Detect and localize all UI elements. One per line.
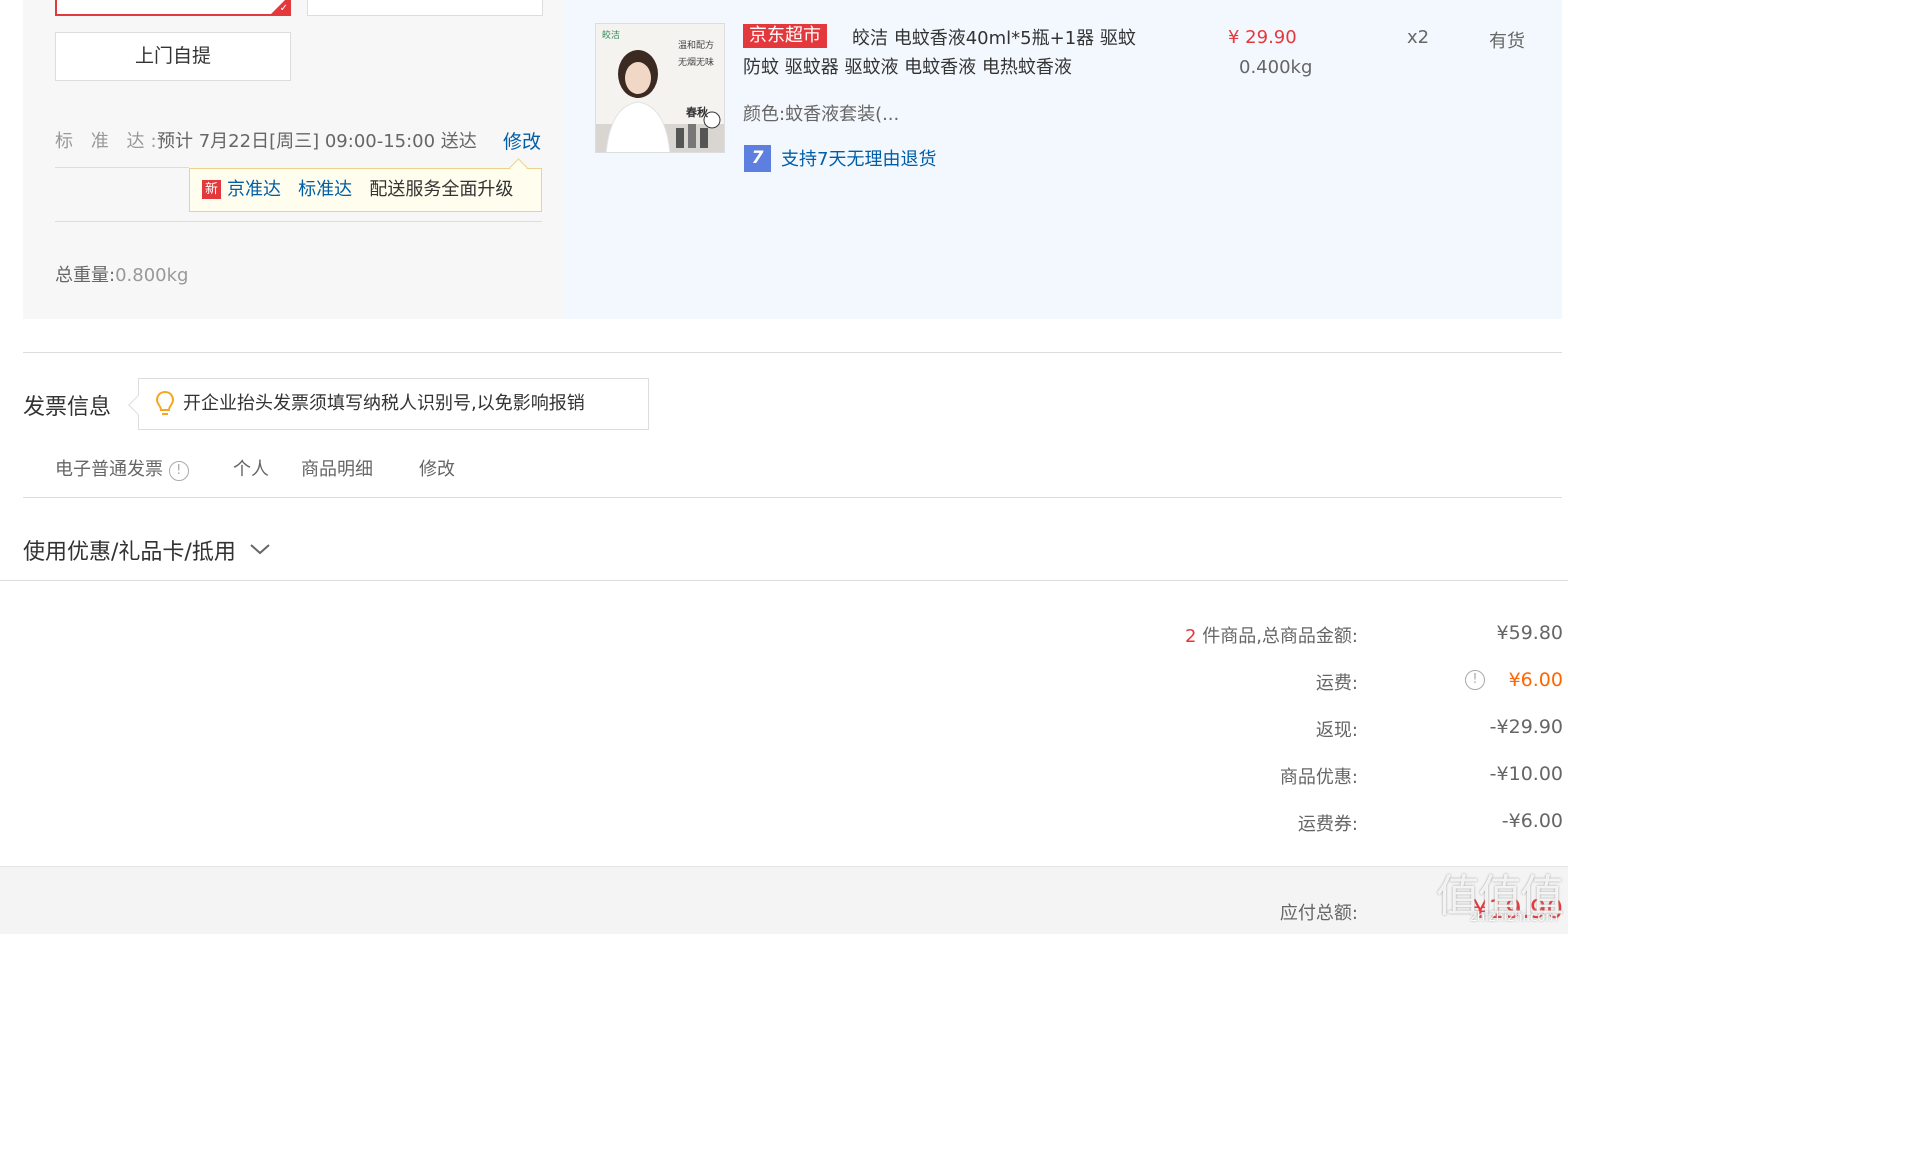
jd-supermarket-tag: 京东超市	[743, 24, 827, 48]
invoice-tip-text: 开企业抬头发票须填写纳税人识别号,以免影响报销	[183, 393, 585, 414]
jingzhunda-link[interactable]: 京准达	[227, 179, 281, 200]
invoice-content: 商品明细	[301, 459, 373, 480]
check-icon: ✓	[279, 3, 288, 14]
modify-invoice-link[interactable]: 修改	[419, 455, 455, 481]
divider	[55, 167, 189, 168]
seven-day-return-icon: 7	[744, 145, 771, 172]
freight-info-icon[interactable]: !	[1465, 670, 1485, 690]
svg-text:春秋: 春秋	[686, 105, 709, 119]
total-weight-value: 0.800kg	[115, 265, 189, 286]
goods-amount: ¥59.80	[1496, 622, 1563, 644]
discount-value: -¥10.00	[1489, 763, 1563, 785]
tip-arrow	[128, 395, 148, 415]
cashback-label: 返现:	[1315, 720, 1358, 741]
watermark-url: zhizhizhi.com	[1470, 910, 1558, 925]
goods-count-label: 2 件商品,总商品金额:	[1185, 622, 1358, 648]
modify-delivery-link[interactable]: 修改	[503, 127, 541, 154]
selfpick-button[interactable]: 上门自提	[55, 32, 291, 81]
freight-label: 运费:	[1315, 673, 1358, 694]
shipping-option-2[interactable]	[307, 0, 543, 16]
product-color: 颜色:蚊香液套装(...	[743, 104, 900, 125]
new-badge: 新	[202, 180, 221, 199]
lightbulb-icon	[155, 390, 175, 415]
coupon-label: 使用优惠/礼品卡/抵用	[23, 540, 236, 565]
image-line2: 无烟无味	[678, 58, 715, 68]
payable-label: 应付总额:	[1279, 903, 1358, 924]
chevron-down-icon	[250, 544, 270, 555]
freight-coupon-label: 运费券:	[1297, 814, 1358, 835]
standard-delivery-label: 标 准 达:	[55, 131, 163, 152]
total-weight-label: 总重量:	[55, 265, 116, 286]
invoice-tip: 开企业抬头发票须填写纳税人识别号,以免影响报销	[128, 378, 649, 430]
selfpick-label: 上门自提	[134, 45, 211, 67]
biaozhunda-link[interactable]: 标准达	[298, 179, 352, 200]
total-weight: 总重量:0.800kg	[55, 261, 188, 287]
section-divider	[23, 352, 1562, 353]
product-weight: 0.400kg	[1239, 57, 1313, 78]
section-divider	[0, 580, 1568, 581]
image-brand: 皎洁	[602, 31, 621, 41]
goods-count: 2	[1185, 626, 1197, 647]
divider	[55, 221, 542, 222]
return-policy-link[interactable]: 支持7天无理由退货	[781, 145, 936, 171]
invoice-type: 电子普通发票 !	[55, 455, 189, 481]
product-image[interactable]: 春秋 皎洁 温和配方 无烟无味	[595, 23, 725, 153]
info-icon[interactable]: !	[168, 461, 189, 481]
upgrade-text: 配送服务全面升级	[369, 179, 514, 200]
freight-value: ¥6.00	[1508, 669, 1563, 691]
stock-status: 有货	[1489, 31, 1525, 52]
product-price: ¥ 29.90	[1228, 27, 1297, 48]
discount-label: 商品优惠:	[1279, 767, 1358, 788]
invoice-party: 个人	[233, 459, 269, 480]
freight-coupon-value: -¥6.00	[1501, 810, 1563, 832]
goods-count-suffix: 件商品,总商品金额:	[1202, 626, 1358, 647]
coupon-toggle[interactable]: 使用优惠/礼品卡/抵用	[23, 534, 271, 566]
invoice-type-label: 电子普通发票	[55, 459, 163, 480]
section-divider	[23, 497, 1562, 498]
invoice-title: 发票信息	[23, 395, 112, 420]
product-quantity: x2	[1407, 27, 1430, 48]
delivery-upgrade-tip: 新京准达 标准达 配送服务全面升级	[189, 158, 542, 212]
image-line1: 温和配方	[678, 41, 715, 51]
shipping-option-selected[interactable]: ✓	[55, 0, 291, 16]
cashback-value: -¥29.90	[1489, 716, 1563, 738]
standard-delivery-time: 预计 7月22日[周三] 09:00-15:00 送达	[157, 131, 477, 152]
